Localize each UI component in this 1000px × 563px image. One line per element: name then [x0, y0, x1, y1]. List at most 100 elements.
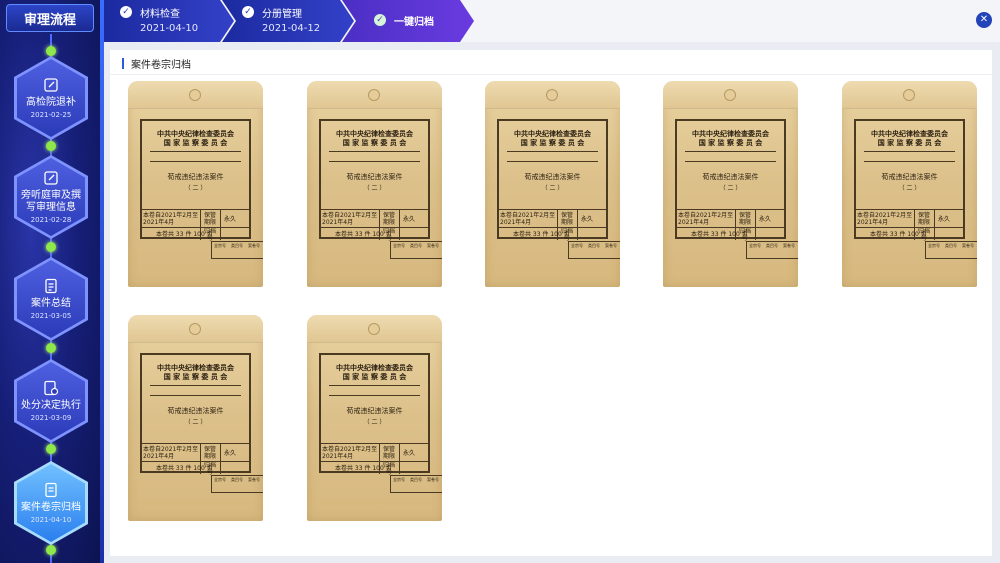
org-line-2: 国 家 监 察 委 员 会	[163, 138, 228, 147]
archive-envelope[interactable]: 中共中央纪律检查委员会国 家 监 察 委 员 会 荀戒违纪违法案件 （ 二 ） …	[663, 81, 798, 287]
volume-label: （ 二 ）	[363, 185, 386, 192]
archive-envelope[interactable]: 中共中央纪律检查委员会国 家 监 察 委 员 会 荀戒违纪违法案件 （ 二 ） …	[485, 81, 620, 287]
case-title: 荀戒违纪违法案件	[346, 173, 403, 181]
col-label: 类目号	[588, 243, 600, 248]
col-label: 案卷号	[962, 243, 974, 248]
envelope-button	[724, 89, 736, 101]
keep-label: 保管期限	[738, 212, 751, 226]
check-icon: ✓	[374, 14, 386, 26]
step-fence-guanli[interactable]: ✓ 分册管理 2021-04-12	[222, 0, 354, 42]
period-text: 本卷自2021年2月至2021年4月	[143, 446, 199, 460]
case-title: 荀戒违纪违法案件	[524, 173, 581, 181]
col-label: 案卷号	[248, 477, 260, 482]
table-rule	[675, 227, 786, 228]
table-rule	[577, 210, 578, 240]
timeline-dot	[46, 141, 56, 151]
org-line-1: 中共中央纪律检查委员会	[692, 129, 769, 138]
sidebar-item-label: 旁听庭审及撰写审理信息	[21, 190, 81, 213]
rule-line	[507, 151, 598, 152]
archive-envelope[interactable]: 中共中央纪律检查委员会国 家 监 察 委 员 会 荀戒违纪违法案件 （ 二 ） …	[842, 81, 977, 287]
archive-no-label: 归档号	[738, 228, 751, 242]
section-divider	[110, 74, 992, 75]
envelope-info-table: 本卷自2021年2月至2021年4月 保管期限 永久 本卷共 33 件 100 …	[675, 209, 786, 242]
sidebar-edge	[100, 0, 104, 563]
envelope-info-table: 本卷自2021年2月至2021年4月 保管期限 永久 本卷共 33 件 100 …	[854, 209, 965, 242]
keep-label: 保管期限	[203, 446, 216, 460]
case-title: 荀戒违纪违法案件	[702, 173, 759, 181]
case-title: 荀戒违纪违法案件	[346, 407, 403, 415]
table-rule	[399, 444, 400, 474]
col-label: 案卷号	[427, 243, 439, 248]
volume-label: （ 二 ）	[719, 185, 742, 192]
volume-label: （ 二 ）	[541, 185, 564, 192]
col-label: 全宗号	[214, 477, 226, 482]
org-line-2: 国 家 监 察 委 员 会	[342, 372, 407, 381]
col-label: 类目号	[231, 477, 243, 482]
table-rule	[399, 210, 400, 240]
document-list-icon	[45, 278, 57, 294]
rule-line	[685, 161, 776, 162]
timeline-dot	[46, 545, 56, 555]
sidebar-item-date: 2021-03-09	[30, 414, 72, 422]
org-line-2: 国 家 监 察 委 员 会	[520, 138, 585, 147]
volume-label: （ 二 ）	[898, 185, 921, 192]
edit-icon	[44, 171, 58, 185]
case-title: 荀戒违纪违法案件	[167, 173, 224, 181]
org-line-2: 国 家 监 察 委 员 会	[163, 372, 228, 381]
col-label: 全宗号	[393, 477, 405, 482]
timeline-dot	[46, 242, 56, 252]
document-gear-icon	[44, 380, 59, 396]
org-line-1: 中共中央纪律检查委员会	[871, 129, 948, 138]
rule-line	[150, 151, 241, 152]
envelope-code-table: 全宗号 类目号 案卷号	[390, 475, 442, 493]
keep-value: 永久	[403, 216, 416, 223]
sidebar-item-label: 案件卷宗归档	[21, 502, 81, 513]
col-label: 案卷号	[427, 477, 439, 482]
step-yijian-guidang[interactable]: ✓ 一键归档	[342, 0, 474, 42]
period-text: 本卷自2021年2月至2021年4月	[322, 212, 378, 226]
envelope-org: 中共中央纪律检查委员会国 家 监 察 委 员 会	[499, 129, 606, 147]
rule-line	[329, 395, 420, 396]
org-line-1: 中共中央纪律检查委员会	[157, 363, 234, 372]
envelope-label-frame: 中共中央纪律检查委员会国 家 监 察 委 员 会 荀戒违纪违法案件 （ 二 ） …	[854, 119, 965, 242]
org-line-1: 中共中央纪律检查委员会	[336, 363, 413, 372]
envelope-button	[368, 89, 380, 101]
section-title: 案件卷宗归档	[131, 59, 191, 71]
archive-envelope[interactable]: 中共中央纪律检查委员会国 家 监 察 委 员 会 荀戒违纪违法案件 （ 二 ） …	[307, 315, 442, 521]
close-button[interactable]: ✕	[976, 12, 992, 28]
archive-icon	[45, 482, 57, 498]
archive-envelope[interactable]: 中共中央纪律检查委员会国 家 监 察 委 员 会 荀戒违纪违法案件 （ 二 ） …	[128, 315, 263, 521]
rule-line	[864, 151, 955, 152]
envelope-code-table: 全宗号 类目号 案卷号	[390, 241, 442, 259]
sidebar-title: 审理流程	[6, 4, 94, 32]
col-label: 案卷号	[605, 243, 617, 248]
step-date: 2021-04-12	[262, 23, 321, 34]
archive-no-label: 归档号	[382, 228, 395, 242]
check-icon: ✓	[242, 6, 254, 18]
envelope-label-frame: 中共中央纪律检查委员会国 家 监 察 委 员 会 荀戒违纪违法案件 （ 二 ） …	[140, 353, 251, 476]
col-label: 案卷号	[248, 243, 260, 248]
sidebar-item-date: 2021-02-28	[30, 216, 72, 224]
sidebar-item-label: 处分决定执行	[21, 400, 81, 411]
step-name: 一键归档	[394, 17, 434, 28]
envelope-info-table: 本卷自2021年2月至2021年4月 保管期限 永久 本卷共 33 件 100 …	[319, 209, 430, 242]
envelope-label-frame: 中共中央纪律检查委员会国 家 监 察 委 员 会 荀戒违纪违法案件 （ 二 ） …	[319, 119, 430, 242]
archive-no-label: 归档号	[203, 462, 216, 476]
table-rule	[319, 461, 430, 462]
col-label: 全宗号	[571, 243, 583, 248]
archive-envelope[interactable]: 中共中央纪律检查委员会国 家 监 察 委 员 会 荀戒违纪违法案件 （ 二 ） …	[307, 81, 442, 287]
step-cailiao-jiancha[interactable]: ✓ 材料检查 2021-04-10	[104, 0, 234, 42]
archive-envelope[interactable]: 中共中央纪律检查委员会国 家 监 察 委 员 会 荀戒违纪违法案件 （ 二 ） …	[128, 81, 263, 287]
envelope-code-table: 全宗号 类目号 案卷号	[568, 241, 620, 259]
envelope-info-table: 本卷自2021年2月至2021年4月 保管期限 永久 本卷共 33 件 100 …	[140, 209, 251, 242]
archive-no-label: 归档号	[203, 228, 216, 242]
envelope-label-frame: 中共中央纪律检查委员会国 家 监 察 委 员 会 荀戒违纪违法案件 （ 二 ） …	[675, 119, 786, 242]
edit-icon	[44, 78, 58, 92]
envelope-code-table: 全宗号 类目号 案卷号	[211, 241, 263, 259]
volume-label: （ 二 ）	[184, 419, 207, 426]
envelope-code-table: 全宗号 类目号 案卷号	[746, 241, 798, 259]
envelope-org: 中共中央纪律检查委员会国 家 监 察 委 员 会	[321, 363, 428, 381]
envelope-info-table: 本卷自2021年2月至2021年4月 保管期限 永久 本卷共 33 件 100 …	[140, 443, 251, 476]
col-label: 类目号	[410, 243, 422, 248]
col-label: 全宗号	[928, 243, 940, 248]
